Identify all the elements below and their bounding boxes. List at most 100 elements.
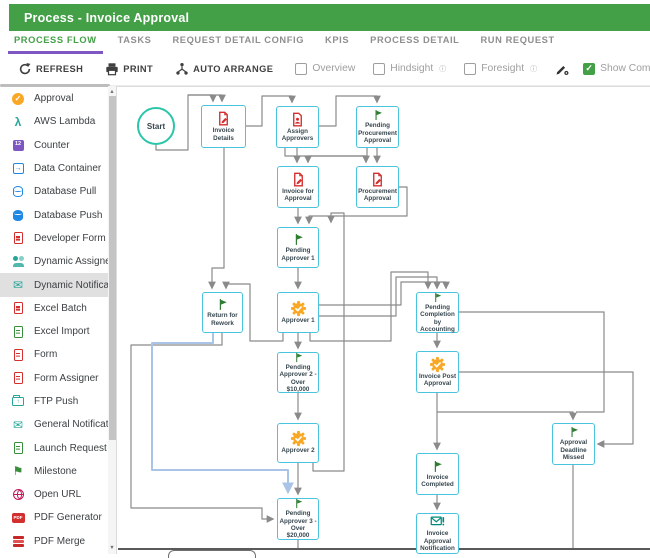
info-icon[interactable]: ⓘ	[530, 64, 537, 74]
sidebar-item-developer-form[interactable]: Developer Form	[0, 227, 108, 250]
foresight-checkbox[interactable]	[464, 63, 476, 75]
approval-badge-icon	[291, 431, 306, 446]
show-comments-checkbox[interactable]: ✓	[583, 63, 595, 75]
process-designer-window: { "header": { "title": "Process - Invoic…	[0, 0, 650, 554]
flag-icon	[292, 233, 305, 246]
dynamic-assigner-icon	[11, 255, 25, 269]
canvas-top-border	[116, 86, 650, 87]
sidebar-item-milestone[interactable]: ⚑ Milestone	[0, 460, 108, 483]
tab-kpis[interactable]: KPIS	[319, 33, 355, 51]
form-icon	[291, 172, 306, 187]
tab-process-detail[interactable]: PROCESS DETAIL	[364, 33, 465, 51]
flow-node-invoice-post-approval[interactable]: Invoice Post Approval	[416, 351, 459, 393]
sidebar-item-form[interactable]: Form	[0, 343, 108, 366]
tab-request-detail-config[interactable]: REQUEST DETAIL CONFIG	[166, 33, 310, 51]
auto-arrange-button[interactable]: AUTO ARRANGE	[175, 62, 273, 76]
envelope-card-icon: ✉	[11, 418, 25, 432]
hindsight-checkbox[interactable]	[373, 63, 385, 75]
page-title: Process - Invoice Approval	[24, 11, 189, 25]
globe-icon	[11, 488, 25, 502]
pdf-icon: PDF	[11, 511, 25, 525]
excel-import-icon	[11, 325, 25, 339]
flow-node-pending-approver-1[interactable]: Pending Approver 1	[277, 227, 319, 268]
flag-icon: ⚑	[11, 464, 25, 478]
scroll-up-arrow[interactable]: ▲	[108, 87, 116, 96]
flow-node-start[interactable]: Start	[137, 107, 175, 145]
flow-node-procurement-approval[interactable]: Procurement Approval	[356, 166, 399, 208]
refresh-button[interactable]: REFRESH	[18, 62, 83, 76]
highlighted-connector	[152, 333, 288, 492]
flow-node-assign-approvers[interactable]: Assign Approvers	[276, 106, 319, 148]
sidebar-item-database-push[interactable]: Database Push	[0, 203, 108, 226]
tab-tasks[interactable]: TASKS	[112, 33, 158, 51]
scroll-down-arrow[interactable]: ▼	[108, 543, 116, 552]
layers-icon	[11, 534, 25, 548]
show-comments-checkbox-group: ✓ Show Comments	[583, 63, 650, 75]
flow-node-invoice-details[interactable]: Invoice Details	[201, 105, 246, 148]
approval-badge-icon: ✓	[11, 92, 25, 106]
sidebar-scrollbar-thumb[interactable]	[109, 96, 116, 440]
database-push-icon	[11, 208, 25, 222]
refresh-icon	[18, 62, 32, 76]
pen-gear-icon	[555, 62, 569, 76]
sidebar-item-dynamic-assigner[interactable]: Dynamic Assigner	[0, 250, 108, 273]
flow-node-invoice-completed[interactable]: Invoice Completed	[416, 453, 459, 495]
flow-node-pending-approver-2[interactable]: Pending Approver 2 - Over $10,000	[277, 352, 319, 393]
sidebar-item-form-assigner[interactable]: Form Assigner	[0, 367, 108, 390]
form-icon	[370, 172, 385, 187]
flow-node-invoice-approval-notification[interactable]: Invoice Approval Notification	[416, 513, 459, 554]
app-header: Process - Invoice Approval	[9, 4, 650, 31]
flow-node-pending-approver-3[interactable]: Pending Approver 3 - Over $20,000	[277, 498, 319, 540]
print-button[interactable]: PRINT	[105, 62, 153, 76]
flow-node-pending-completion-by-accounting[interactable]: Pending Completion by Accounting	[416, 292, 459, 333]
tab-process-flow[interactable]: PROCESS FLOW	[8, 33, 103, 54]
canvas-toolbar: REFRESH PRINT AUTO ARRANGE Overview Hind…	[0, 53, 650, 84]
overview-checkbox[interactable]	[295, 63, 307, 75]
flow-node-return-for-rework[interactable]: Return for Rework	[202, 292, 243, 333]
sidebar-item-database-pull[interactable]: Database Pull	[0, 180, 108, 203]
flag-icon	[372, 109, 384, 121]
flow-node-invoice-for-approval[interactable]: Invoice for Approval	[277, 166, 319, 208]
flag-icon	[432, 292, 443, 303]
flow-node-approver-1[interactable]: Approver 1	[277, 292, 319, 333]
sidebar-item-launch-request[interactable]: Launch Request	[0, 436, 108, 459]
sidebar-item-data-container[interactable]: → Data Container	[0, 157, 108, 180]
sidebar-item-excel-batch[interactable]: Excel Batch	[0, 297, 108, 320]
approval-badge-icon	[430, 357, 445, 372]
excel-batch-icon	[11, 301, 25, 315]
foresight-checkbox-group: Foresight ⓘ	[464, 63, 537, 75]
developer-form-icon	[11, 231, 25, 245]
flow-node-approval-deadline-missed[interactable]: Approval Deadline Missed	[552, 423, 595, 465]
sidebar-item-general-notification[interactable]: ✉ General Notification	[0, 413, 108, 436]
flow-node-pending-procurement-approval[interactable]: Pending Procurement Approval	[356, 106, 399, 148]
step-palette-sidebar: ✓ Approval λ AWS Lambda 12 Counter → Dat…	[0, 87, 108, 554]
sidebar-item-counter[interactable]: 12 Counter	[0, 134, 108, 157]
sidebar-item-approval[interactable]: ✓ Approval	[0, 87, 108, 110]
tab-run-request[interactable]: RUN REQUEST	[474, 33, 560, 51]
sidebar-item-excel-import[interactable]: Excel Import	[0, 320, 108, 343]
lambda-icon: λ	[11, 115, 25, 129]
sidebar-item-open-url[interactable]: Open URL	[0, 483, 108, 506]
counter-icon: 12	[11, 138, 25, 152]
info-icon[interactable]: ⓘ	[439, 64, 446, 74]
database-pull-icon	[11, 185, 25, 199]
notification-mail-icon	[430, 514, 445, 529]
form-assigner-icon	[290, 112, 305, 127]
sidebar-item-ftp-push[interactable]: ↑ FTP Push	[0, 390, 108, 413]
flag-icon	[431, 460, 444, 473]
flow-node-approver-2[interactable]: Approver 2	[277, 423, 319, 463]
envelope-icon: ✉	[11, 278, 25, 292]
canvas-left-border	[116, 86, 117, 554]
sidebar-item-pdf-merge[interactable]: PDF Merge	[0, 530, 108, 553]
sidebar-item-pdf-generator[interactable]: PDF PDF Generator	[0, 506, 108, 529]
signature-settings-button[interactable]	[555, 62, 569, 76]
tab-bar: PROCESS FLOW TASKS REQUEST DETAIL CONFIG…	[0, 33, 650, 52]
launch-request-icon	[11, 441, 25, 455]
sidebar-item-aws-lambda[interactable]: λ AWS Lambda	[0, 110, 108, 133]
folder-arrow-icon: ↑	[11, 395, 25, 409]
partial-comment-box[interactable]	[168, 550, 256, 558]
sidebar-item-dynamic-notification[interactable]: ✉ Dynamic Notification	[0, 273, 108, 296]
flag-icon	[293, 498, 304, 509]
flag-icon	[293, 352, 304, 363]
form-icon	[11, 348, 25, 362]
